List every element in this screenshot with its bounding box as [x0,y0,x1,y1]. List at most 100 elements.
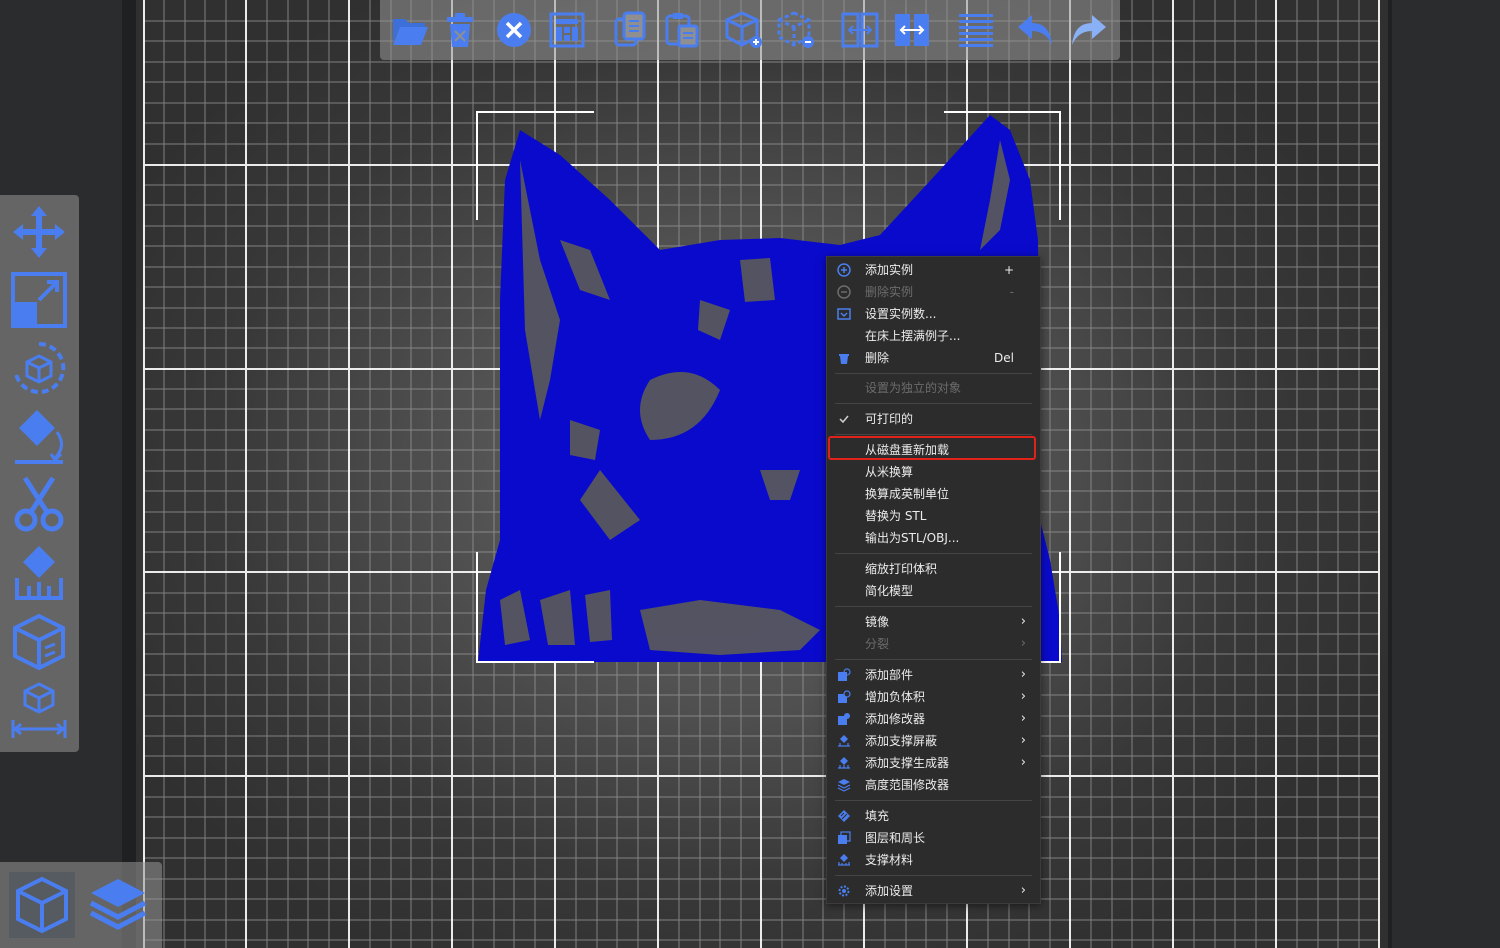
cat-model[interactable] [0,0,1500,948]
menu-item-shortcut: - [1009,285,1014,299]
height-range-icon [837,779,851,792]
menu-item-mirror[interactable]: 镜像 › [827,611,1040,633]
menu-item-reload-from-disk[interactable]: 从磁盘重新加载 [827,439,1040,461]
menu-item-simplify-model[interactable]: 简化模型 [827,580,1040,602]
menu-item-set-instances[interactable]: 设置实例数... [827,303,1040,325]
open-folder-icon[interactable] [388,8,432,52]
menu-item-layers-perimeters[interactable]: 图层和周长 [827,827,1040,849]
menu-item-delete[interactable]: 删除 Del [827,347,1040,369]
menu-item-label: 支撑材料 [865,853,914,867]
menu-item-shortcut: + [1003,263,1014,277]
menu-item-label: 删除 [865,351,890,365]
menu-item-label: 添加支撑屏蔽 [865,734,938,748]
split-to-objects-icon[interactable] [838,8,882,52]
menu-item-add-part[interactable]: 添加部件 › [827,664,1040,686]
menu-item-convert-to-imperial[interactable]: 换算成英制单位 [827,483,1040,505]
measure-icon[interactable] [6,677,72,743]
menu-item-label: 替换为 STL [865,509,927,523]
menu-item-label: 可打印的 [865,412,914,426]
menu-item-label: 从米换算 [865,465,914,479]
delete-icon[interactable] [438,8,482,52]
menu-separator [835,373,1032,374]
redo-icon[interactable] [1066,8,1110,52]
menu-item-label: 简化模型 [865,584,914,598]
menu-item-split[interactable]: 分裂 › [827,633,1040,655]
menu-item-add-support-blocker[interactable]: 添加支撑屏蔽 › [827,730,1040,752]
menu-item-label: 删除实例 [865,285,914,299]
menu-item-printable[interactable]: 可打印的 [827,408,1040,430]
support-material-icon [838,854,850,866]
support-paint-icon[interactable] [6,539,72,605]
menu-item-convert-from-meters[interactable]: 从米换算 [827,461,1040,483]
menu-item-add-negative-volume[interactable]: 增加负体积 › [827,686,1040,708]
view-toolbar [0,862,162,948]
menu-item-add-support-enforcer[interactable]: 添加支撑生成器 › [827,752,1040,774]
menu-separator [835,434,1032,435]
3d-view-icon[interactable] [9,872,75,938]
submenu-arrow-icon: › [1020,733,1026,748]
menu-item-label: 添加设置 [865,884,914,898]
menu-item-label: 添加部件 [865,668,914,682]
cut-icon[interactable] [6,471,72,537]
add-modifier-icon [838,713,850,725]
submenu-arrow-icon: › [1020,614,1026,629]
move-icon[interactable] [6,199,72,265]
arrange-icon[interactable] [545,8,589,52]
menu-item-label: 增加负体积 [865,690,926,704]
add-negative-volume-icon [838,690,851,703]
submenu-arrow-icon: › [1020,711,1026,726]
paste-icon[interactable] [660,8,704,52]
menu-item-label: 从磁盘重新加载 [865,443,950,457]
menu-separator [835,553,1032,554]
menu-item-set-as-separate[interactable]: 设置为独立的对象 [827,377,1040,399]
menu-separator [835,659,1032,660]
menu-item-label: 设置实例数... [865,307,937,321]
layers-editing-icon[interactable] [954,8,998,52]
menu-item-label: 高度范围修改器 [865,778,950,792]
menu-item-infill[interactable]: 填充 [827,805,1040,827]
layers-perimeters-icon [838,831,851,844]
menu-item-label: 输出为STL/OBJ... [865,531,960,545]
copy-icon[interactable] [608,8,652,52]
seam-paint-icon[interactable] [6,609,72,675]
menu-item-export-stl-obj[interactable]: 输出为STL/OBJ... [827,527,1040,549]
rotate-icon[interactable] [6,335,72,401]
checkmark-icon [839,415,849,424]
menu-item-fill-bed[interactable]: 在床上摆满例子... [827,325,1040,347]
scale-icon[interactable] [6,267,72,333]
split-to-parts-icon[interactable] [890,8,934,52]
delete-all-icon[interactable] [492,8,536,52]
menu-item-label: 设置为独立的对象 [865,381,962,395]
menu-item-remove-instance[interactable]: 删除实例 - [827,281,1040,303]
set-instances-icon [837,308,851,320]
left-toolbar [0,195,79,752]
menu-item-height-range-modifier[interactable]: 高度范围修改器 [827,774,1040,796]
menu-item-support-material[interactable]: 支撑材料 [827,849,1040,871]
menu-item-add-instance[interactable]: 添加实例 + [827,259,1040,281]
menu-item-replace-with-stl[interactable]: 替换为 STL [827,505,1040,527]
menu-item-label: 添加修改器 [865,712,926,726]
menu-item-add-modifier[interactable]: 添加修改器 › [827,708,1040,730]
gear-icon [838,885,850,897]
place-on-face-icon[interactable] [6,403,72,469]
menu-item-scale-to-print-volume[interactable]: 缩放打印体积 [827,558,1040,580]
menu-item-label: 添加实例 [865,263,914,277]
trash-icon [839,354,849,364]
preview-layers-icon[interactable] [85,872,151,938]
remove-instance-icon[interactable] [774,8,818,52]
support-blocker-icon [838,735,850,747]
add-part-icon [838,668,851,681]
menu-item-shortcut: Del [994,351,1014,365]
menu-item-label: 填充 [865,809,890,823]
support-enforcer-icon [838,757,850,769]
menu-item-label: 换算成英制单位 [865,487,950,501]
undo-icon[interactable] [1014,8,1058,52]
menu-separator [835,800,1032,801]
menu-item-label: 图层和周长 [865,831,926,845]
add-instance-icon[interactable] [722,8,766,52]
menu-item-label: 添加支撑生成器 [865,756,950,770]
menu-separator [835,606,1032,607]
menu-item-label: 在床上摆满例子... [865,329,961,343]
menu-item-add-settings[interactable]: 添加设置 › [827,880,1040,902]
submenu-arrow-icon: › [1020,689,1026,704]
